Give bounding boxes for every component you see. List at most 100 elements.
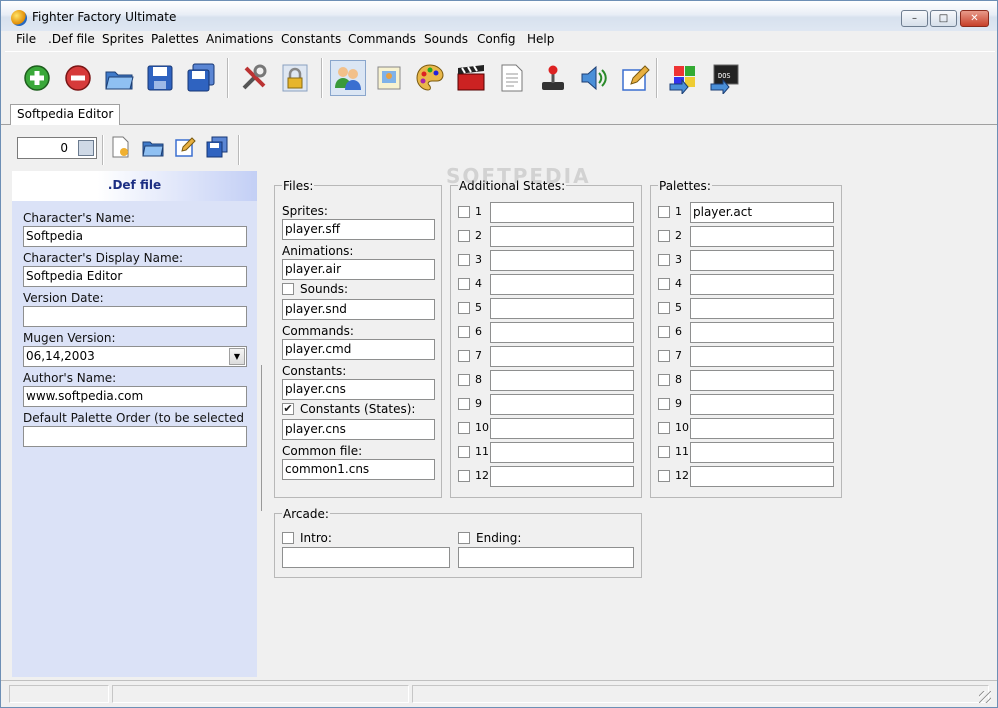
- close-button[interactable]: ✕: [960, 10, 989, 27]
- open-folder-icon[interactable]: [141, 135, 167, 161]
- state-row-field[interactable]: [490, 202, 634, 223]
- palette-row-checkbox[interactable]: [658, 278, 670, 290]
- state-row-field[interactable]: [490, 322, 634, 343]
- palette-row-field[interactable]: player.act: [690, 202, 834, 223]
- chevron-down-icon[interactable]: ▼: [229, 348, 245, 365]
- palette-row-checkbox[interactable]: [658, 206, 670, 218]
- palette-row-checkbox[interactable]: [658, 446, 670, 458]
- sounds-checkbox[interactable]: [282, 283, 294, 295]
- palette-row-field[interactable]: [690, 298, 834, 319]
- save-icon[interactable]: [142, 60, 178, 96]
- state-row-checkbox[interactable]: [458, 326, 470, 338]
- palette-row-field[interactable]: [690, 466, 834, 487]
- palette-row-checkbox[interactable]: [658, 230, 670, 242]
- resize-grip[interactable]: [979, 691, 991, 703]
- remove-icon[interactable]: [60, 60, 96, 96]
- sounds-field[interactable]: player.snd: [282, 299, 435, 320]
- state-row-field[interactable]: [490, 394, 634, 415]
- calculator-icon[interactable]: [78, 140, 94, 156]
- joystick-icon[interactable]: [535, 60, 571, 96]
- tab-softpedia-editor[interactable]: Softpedia Editor: [10, 104, 121, 126]
- sprites-field[interactable]: player.sff: [282, 219, 435, 240]
- menu-constants[interactable]: Constants: [281, 32, 341, 46]
- animation-icon[interactable]: [453, 60, 489, 96]
- state-row-checkbox[interactable]: [458, 350, 470, 362]
- palette-row-field[interactable]: [690, 274, 834, 295]
- state-row-field[interactable]: [490, 298, 634, 319]
- edit-icon[interactable]: [617, 60, 653, 96]
- palette-row-field[interactable]: [690, 346, 834, 367]
- document-icon[interactable]: [494, 60, 530, 96]
- constants-states-field[interactable]: player.cns: [282, 419, 435, 440]
- maximize-button[interactable]: □: [930, 10, 957, 27]
- palette-row-field[interactable]: [690, 418, 834, 439]
- palette-row-checkbox[interactable]: [658, 350, 670, 362]
- menu-animations[interactable]: Animations: [206, 32, 273, 46]
- common-file-field[interactable]: common1.cns: [282, 459, 435, 480]
- display-name-field[interactable]: Softpedia Editor: [23, 266, 247, 287]
- state-row-checkbox[interactable]: [458, 374, 470, 386]
- palette-row-checkbox[interactable]: [658, 254, 670, 266]
- windows-export-icon[interactable]: [666, 60, 702, 96]
- menu-config[interactable]: Config: [477, 32, 516, 46]
- palette-row-field[interactable]: [690, 370, 834, 391]
- state-row-field[interactable]: [490, 226, 634, 247]
- new-file-icon[interactable]: [109, 135, 135, 161]
- constants-field[interactable]: player.cns: [282, 379, 435, 400]
- state-row-checkbox[interactable]: [458, 278, 470, 290]
- ending-checkbox[interactable]: [458, 532, 470, 544]
- palette-row-checkbox[interactable]: [658, 422, 670, 434]
- intro-field[interactable]: [282, 547, 450, 568]
- palette-row-checkbox[interactable]: [658, 374, 670, 386]
- palette-row-field[interactable]: [690, 226, 834, 247]
- commands-field[interactable]: player.cmd: [282, 339, 435, 360]
- animations-field[interactable]: player.air: [282, 259, 435, 280]
- state-row-checkbox[interactable]: [458, 254, 470, 266]
- menu-palettes[interactable]: Palettes: [151, 32, 199, 46]
- menu-file[interactable]: File: [16, 32, 36, 46]
- palette-row-checkbox[interactable]: [658, 326, 670, 338]
- state-row-field[interactable]: [490, 370, 634, 391]
- title-bar[interactable]: Fighter Factory Ultimate – □ ✕: [1, 1, 997, 31]
- state-row-field[interactable]: [490, 442, 634, 463]
- state-row-checkbox[interactable]: [458, 398, 470, 410]
- state-row-checkbox[interactable]: [458, 302, 470, 314]
- number-spinner[interactable]: 0: [17, 137, 97, 159]
- sound-icon[interactable]: [576, 60, 612, 96]
- menu-def-file[interactable]: .Def file: [48, 32, 95, 46]
- palette-row-field[interactable]: [690, 442, 834, 463]
- lock-icon[interactable]: [277, 60, 313, 96]
- tools-icon[interactable]: [236, 60, 272, 96]
- save-copy-icon[interactable]: [205, 135, 231, 161]
- dos-export-icon[interactable]: DOS: [707, 60, 743, 96]
- palette-row-checkbox[interactable]: [658, 470, 670, 482]
- state-row-checkbox[interactable]: [458, 230, 470, 242]
- state-row-field[interactable]: [490, 274, 634, 295]
- state-row-checkbox[interactable]: [458, 470, 470, 482]
- palette-row-field[interactable]: [690, 322, 834, 343]
- author-name-field[interactable]: www.softpedia.com: [23, 386, 247, 407]
- characters-icon[interactable]: [330, 60, 366, 96]
- state-row-field[interactable]: [490, 466, 634, 487]
- add-icon[interactable]: [19, 60, 55, 96]
- menu-sounds[interactable]: Sounds: [424, 32, 468, 46]
- save-all-icon[interactable]: [183, 60, 219, 96]
- palette-order-field[interactable]: [23, 426, 247, 447]
- constants-states-checkbox[interactable]: ✔: [282, 403, 294, 415]
- minimize-button[interactable]: –: [901, 10, 928, 27]
- state-row-field[interactable]: [490, 418, 634, 439]
- palette-row-field[interactable]: [690, 394, 834, 415]
- state-row-checkbox[interactable]: [458, 446, 470, 458]
- state-row-checkbox[interactable]: [458, 206, 470, 218]
- palette-row-field[interactable]: [690, 250, 834, 271]
- intro-checkbox[interactable]: [282, 532, 294, 544]
- palette-icon[interactable]: [412, 60, 448, 96]
- menu-help[interactable]: Help: [527, 32, 554, 46]
- sprite-icon[interactable]: [371, 60, 407, 96]
- mugen-version-select[interactable]: 06,14,2003 ▼: [23, 346, 247, 367]
- ending-field[interactable]: [458, 547, 634, 568]
- menu-sprites[interactable]: Sprites: [102, 32, 144, 46]
- character-name-field[interactable]: Softpedia: [23, 226, 247, 247]
- edit-file-icon[interactable]: [173, 135, 199, 161]
- palette-row-checkbox[interactable]: [658, 398, 670, 410]
